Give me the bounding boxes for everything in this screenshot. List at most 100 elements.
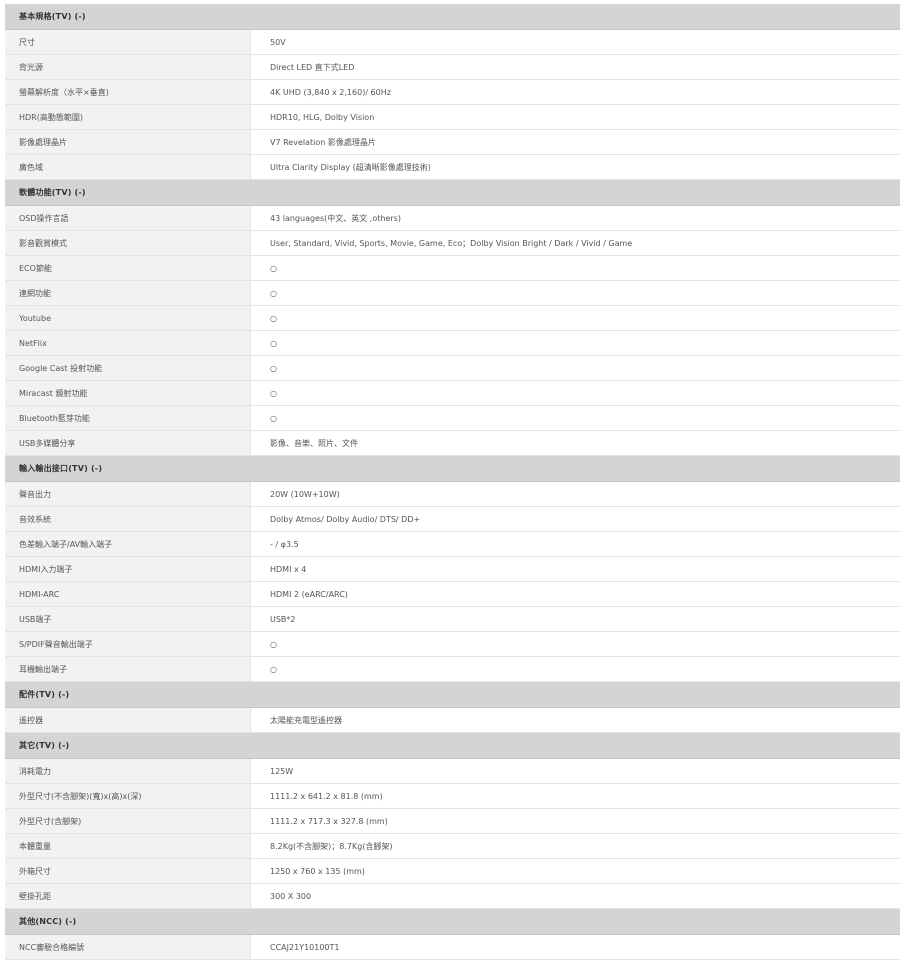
spec-row: USB多媒體分享 影像、音樂、照片、文件 [5,431,900,456]
spec-value: Ultra Clarity Display (超清晰影像處理技術) [251,155,900,179]
spec-value: ○ [251,256,900,280]
spec-row: 外箱尺寸 1250 x 760 x 135 (mm) [5,859,900,884]
spec-value: 4K UHD (3,840 x 2,160)/ 60Hz [251,80,900,104]
spec-value: - / φ3.5 [251,532,900,556]
spec-value: ○ [251,356,900,380]
section-header[interactable]: 輸入輸出接口(TV) (-) [5,456,900,482]
spec-value: 1250 x 760 x 135 (mm) [251,859,900,883]
spec-label: Bluetooth藍芽功能 [5,406,251,430]
spec-value: 1111.2 x 717.3 x 327.8 (mm) [251,809,900,833]
section-header[interactable]: 配件(TV) (-) [5,682,900,708]
spec-row: 外型尺寸(含腳架) 1111.2 x 717.3 x 327.8 (mm) [5,809,900,834]
spec-row: 音效系統 Dolby Atmos/ Dolby Audio/ DTS/ DD+ [5,507,900,532]
section-header[interactable]: 其它(TV) (-) [5,733,900,759]
spec-row: HDR(高動態範圍) HDR10, HLG, Dolby Vision [5,105,900,130]
spec-value: 太陽能充電型遙控器 [251,708,900,732]
spec-label: Youtube [5,306,251,330]
spec-row: 尺寸 50V [5,30,900,55]
spec-row: Miracast 鏡射功能 ○ [5,381,900,406]
spec-label: 外型尺寸(含腳架) [5,809,251,833]
spec-value: HDMI 2 (eARC/ARC) [251,582,900,606]
spec-label: 消耗電力 [5,759,251,783]
spec-row: 耳機輸出端子 ○ [5,657,900,682]
spec-label: 壁掛孔距 [5,884,251,908]
spec-value: ○ [251,657,900,681]
spec-row: 連網功能 ○ [5,281,900,306]
section-header[interactable]: 其他(NCC) (-) [5,909,900,935]
spec-row: 影像處理晶片 V7 Revelation 影像處理晶片 [5,130,900,155]
spec-label: 遙控器 [5,708,251,732]
spec-label: 廣色域 [5,155,251,179]
spec-label: 本體重量 [5,834,251,858]
spec-value: 8.2Kg(不含腳架)；8.7Kg(含腳架) [251,834,900,858]
section-header[interactable]: 軟體功能(TV) (-) [5,180,900,206]
spec-row: 背光源 Direct LED 直下式LED [5,55,900,80]
spec-label: Google Cast 投射功能 [5,356,251,380]
spec-table: 基本規格(TV) (-) 尺寸 50V 背光源 Direct LED 直下式LED 螢幕解… [5,4,900,960]
spec-label: OSD操作言語 [5,206,251,230]
section-title: 軟體功能(TV) (-) [19,188,86,197]
spec-label: 背光源 [5,55,251,79]
section-title: 其他(NCC) (-) [19,917,77,926]
spec-row: HDMI入力端子 HDMI x 4 [5,557,900,582]
spec-label: Miracast 鏡射功能 [5,381,251,405]
spec-row: 聲音出力 20W (10W+10W) [5,482,900,507]
spec-value: Direct LED 直下式LED [251,55,900,79]
spec-row: OSD操作言語 43 languages(中文、英文 ,others) [5,206,900,231]
spec-value: 影像、音樂、照片、文件 [251,431,900,455]
spec-row: HDMI-ARC HDMI 2 (eARC/ARC) [5,582,900,607]
spec-value: 1111.2 x 641.2 x 81.8 (mm) [251,784,900,808]
spec-label: 影音觀賞模式 [5,231,251,255]
section-title: 基本規格(TV) (-) [19,12,86,21]
spec-row: 影音觀賞模式 User, Standard, Vivid, Sports, Mov… [5,231,900,256]
spec-row: NetFlix ○ [5,331,900,356]
spec-row: USB端子 USB*2 [5,607,900,632]
spec-value: HDR10, HLG, Dolby Vision [251,105,900,129]
spec-label: 尺寸 [5,30,251,54]
spec-label: 外型尺寸(不含腳架)(寬)x(高)x(深) [5,784,251,808]
section-header[interactable]: 基本規格(TV) (-) [5,4,900,30]
spec-row: 外型尺寸(不含腳架)(寬)x(高)x(深) 1111.2 x 641.2 x 81… [5,784,900,809]
spec-value: V7 Revelation 影像處理晶片 [251,130,900,154]
section-title: 配件(TV) (-) [19,690,70,699]
spec-label: ECO節能 [5,256,251,280]
spec-value: ○ [251,306,900,330]
spec-label: 聲音出力 [5,482,251,506]
spec-label: S/PDIF聲音輸出端子 [5,632,251,656]
spec-label: 音效系統 [5,507,251,531]
spec-value: 125W [251,759,900,783]
spec-row: Youtube ○ [5,306,900,331]
spec-row: 螢幕解析度（水平×垂直) 4K UHD (3,840 x 2,160)/ 60Hz [5,80,900,105]
spec-value: HDMI x 4 [251,557,900,581]
spec-value: ○ [251,381,900,405]
section-title: 輸入輸出接口(TV) (-) [19,464,103,473]
spec-value: 20W (10W+10W) [251,482,900,506]
spec-label: USB多媒體分享 [5,431,251,455]
spec-row: S/PDIF聲音輸出端子 ○ [5,632,900,657]
spec-row: 遙控器 太陽能充電型遙控器 [5,708,900,733]
spec-label: 色差輸入端子/AV輸入端子 [5,532,251,556]
spec-value: 50V [251,30,900,54]
spec-row: NCC審驗合格編號 CCAJ21Y10100T1 [5,935,900,960]
spec-value: User, Standard, Vivid, Sports, Movie, Ga… [251,231,900,255]
spec-value: ○ [251,632,900,656]
spec-row: 壁掛孔距 300 X 300 [5,884,900,909]
spec-row: 色差輸入端子/AV輸入端子 - / φ3.5 [5,532,900,557]
spec-value: 300 X 300 [251,884,900,908]
spec-label: HDMI-ARC [5,582,251,606]
spec-label: NetFlix [5,331,251,355]
spec-row: 消耗電力 125W [5,759,900,784]
spec-value: CCAJ21Y10100T1 [251,935,900,959]
spec-label: 耳機輸出端子 [5,657,251,681]
spec-value: USB*2 [251,607,900,631]
spec-value: ○ [251,331,900,355]
spec-label: USB端子 [5,607,251,631]
spec-row: 本體重量 8.2Kg(不含腳架)；8.7Kg(含腳架) [5,834,900,859]
spec-label: HDMI入力端子 [5,557,251,581]
spec-label: NCC審驗合格編號 [5,935,251,959]
spec-row: Google Cast 投射功能 ○ [5,356,900,381]
spec-value: 43 languages(中文、英文 ,others) [251,206,900,230]
spec-row: ECO節能 ○ [5,256,900,281]
spec-label: 連網功能 [5,281,251,305]
spec-value: ○ [251,406,900,430]
